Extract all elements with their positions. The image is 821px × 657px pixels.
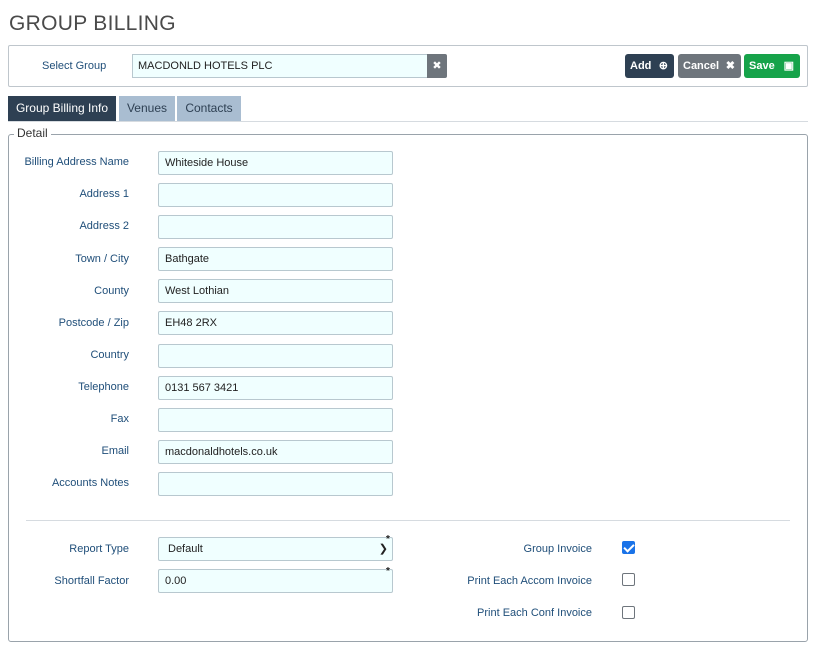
postcode-zip-input[interactable]: EH48 2RX — [158, 311, 393, 335]
telephone-input[interactable]: 0131 567 3421 — [158, 376, 393, 400]
billing-address-name-label: Billing Address Name — [24, 156, 129, 168]
tab-group-billing-info[interactable]: Group Billing Info — [8, 96, 116, 121]
group-invoice-label: Group Invoice — [523, 543, 592, 555]
fax-label: Fax — [110, 413, 129, 425]
page-title: GROUP BILLING — [9, 12, 176, 35]
save-button-label: Save — [749, 60, 775, 72]
postcode-zip-label: Postcode / Zip — [58, 317, 129, 329]
add-button-label: Add — [630, 60, 652, 72]
close-icon: ✖ — [432, 60, 442, 72]
close-icon: ✖ — [725, 60, 735, 72]
address-2-input[interactable] — [158, 215, 393, 239]
print-each-accom-invoice-label: Print Each Accom Invoice — [467, 575, 592, 587]
cancel-button-label: Cancel — [683, 60, 720, 72]
group-select-input[interactable]: MACDONLD HOTELS PLC — [132, 54, 428, 78]
county-label: County — [94, 285, 129, 297]
address-1-input[interactable] — [158, 183, 393, 207]
plus-circle-icon: ⊕ — [658, 60, 668, 72]
address-2-label: Address 2 — [79, 220, 129, 232]
group-select-bar: Select Group MACDONLD HOTELS PLC ✖ Add ⊕… — [8, 45, 808, 87]
billing-address-name-input[interactable]: Whiteside House — [158, 151, 393, 175]
report-type-value: Default — [168, 543, 203, 555]
email-input[interactable]: macdonaldhotels.co.uk — [158, 440, 393, 464]
clear-group-button[interactable]: ✖ — [427, 54, 447, 78]
report-type-select[interactable]: Default ❯ — [158, 537, 393, 561]
required-marker: * — [386, 566, 390, 577]
tab-venues[interactable]: Venues — [119, 96, 175, 121]
fax-input[interactable] — [158, 408, 393, 432]
shortfall-factor-input[interactable]: 0.00 — [158, 569, 393, 593]
cancel-button[interactable]: Cancel ✖ — [678, 54, 741, 78]
country-label: Country — [90, 349, 129, 361]
county-input[interactable]: West Lothian — [158, 279, 393, 303]
required-marker: * — [386, 534, 390, 545]
tab-contacts[interactable]: Contacts — [177, 96, 241, 121]
select-group-label: Select Group — [42, 60, 107, 72]
shortfall-factor-label: Shortfall Factor — [54, 575, 129, 587]
print-each-conf-invoice-label: Print Each Conf Invoice — [477, 607, 592, 619]
telephone-label: Telephone — [78, 381, 129, 393]
town-city-input[interactable]: Bathgate — [158, 247, 393, 271]
add-button[interactable]: Add ⊕ — [625, 54, 674, 78]
accounts-notes-input[interactable] — [158, 472, 393, 496]
tab-divider — [8, 121, 808, 122]
email-label: Email — [101, 445, 129, 457]
print-each-accom-invoice-checkbox[interactable] — [622, 573, 635, 586]
accounts-notes-label: Accounts Notes — [51, 477, 129, 489]
floppy-disk-icon: ▣ — [783, 60, 794, 72]
detail-legend: Detail — [14, 126, 51, 140]
report-type-label: Report Type — [69, 543, 129, 555]
group-invoice-checkbox[interactable] — [622, 541, 635, 554]
town-city-label: Town / City — [75, 253, 129, 265]
print-each-conf-invoice-checkbox[interactable] — [622, 606, 635, 619]
country-input[interactable] — [158, 344, 393, 368]
section-divider — [26, 520, 790, 521]
address-1-label: Address 1 — [79, 188, 129, 200]
save-button[interactable]: Save ▣ — [744, 54, 800, 78]
